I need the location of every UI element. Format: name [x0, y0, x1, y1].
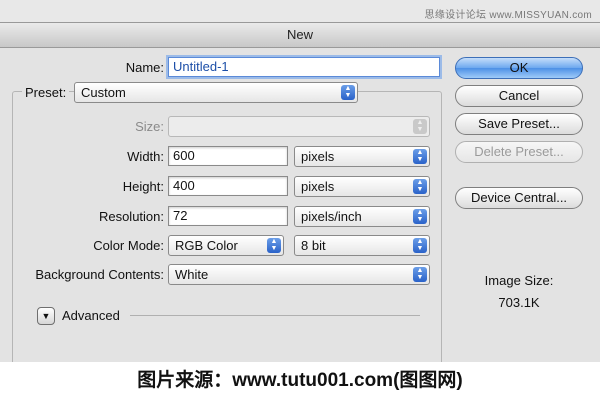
watermark: 思缘设计论坛 www.MISSYUAN.com — [424, 10, 592, 21]
image-source-caption: 图片来源：www.tutu001.com(图图网) — [0, 362, 600, 400]
advanced-label: Advanced — [62, 308, 120, 323]
updown-arrows-icon: ▲ ▼ — [341, 85, 355, 100]
color-mode-value: RGB Color — [175, 238, 238, 253]
size-label: Size: — [135, 119, 164, 134]
height-unit-select[interactable]: pixels ▲ ▼ — [294, 176, 430, 197]
updown-arrows-icon: ▲ ▼ — [413, 267, 427, 282]
color-mode-label: Color Mode: — [93, 238, 164, 253]
updown-arrows-icon: ▲ ▼ — [413, 209, 427, 224]
bit-depth-value: 8 bit — [301, 238, 326, 253]
updown-arrows-icon: ▲ ▼ — [413, 238, 427, 253]
ok-button[interactable]: OK — [455, 57, 583, 79]
save-preset-button[interactable]: Save Preset... — [455, 113, 583, 135]
image-size-value: 703.1K — [498, 295, 540, 310]
height-label: Height: — [122, 179, 164, 194]
color-mode-select[interactable]: RGB Color ▲ ▼ — [168, 235, 284, 256]
updown-arrows-icon: ▲ ▼ — [267, 238, 281, 253]
size-select: ▲ ▼ — [168, 116, 430, 137]
dialog-title: New — [0, 23, 600, 48]
resolution-label: Resolution: — [98, 209, 164, 224]
background-contents-label: Background Contents: — [35, 267, 164, 282]
image-size-label: Image Size: — [484, 273, 554, 288]
preset-label: Preset: — [22, 85, 70, 100]
height-unit-value: pixels — [301, 179, 335, 194]
preset-select[interactable]: Custom ▲ ▼ — [74, 82, 358, 103]
disclosure-triangle-icon[interactable]: ▼ — [37, 307, 55, 325]
background-contents-select[interactable]: White ▲ ▼ — [168, 264, 430, 285]
device-central-button[interactable]: Device Central... — [455, 187, 583, 209]
name-label: Name: — [125, 60, 164, 75]
background-contents-value: White — [175, 267, 209, 282]
resolution-input[interactable]: 72 — [168, 206, 288, 226]
delete-preset-button: Delete Preset... — [455, 141, 583, 163]
width-input[interactable]: 600 — [168, 146, 288, 166]
width-unit-select[interactable]: pixels ▲ ▼ — [294, 146, 430, 167]
advanced-divider — [130, 315, 420, 316]
height-input[interactable]: 400 — [168, 176, 288, 196]
resolution-unit-select[interactable]: pixels/inch ▲ ▼ — [294, 206, 430, 227]
width-unit-value: pixels — [301, 149, 335, 164]
bit-depth-select[interactable]: 8 bit ▲ ▼ — [294, 235, 430, 256]
resolution-unit-value: pixels/inch — [301, 209, 362, 224]
cancel-button[interactable]: Cancel — [455, 85, 583, 107]
updown-arrows-icon: ▲ ▼ — [413, 179, 427, 194]
preset-value: Custom — [81, 85, 126, 100]
new-document-dialog: New Name: Untitled-1 Preset: Custom ▲ ▼ S… — [0, 22, 600, 367]
width-label: Width: — [127, 149, 164, 164]
name-input[interactable]: Untitled-1 — [168, 57, 440, 77]
updown-arrows-icon: ▲ ▼ — [413, 149, 427, 164]
updown-arrows-icon: ▲ ▼ — [413, 119, 427, 134]
